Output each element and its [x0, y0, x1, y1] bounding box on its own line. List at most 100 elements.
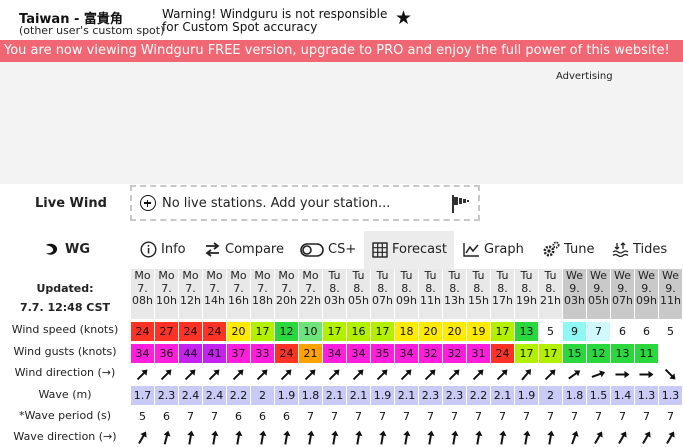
wind-gust-cell: 34 [323, 344, 346, 363]
column-header-hour: 15h [468, 294, 489, 307]
wind-speed-cell: 7 [587, 322, 610, 341]
wind-speed-cell: 17 [323, 322, 346, 341]
wind-gust-cell: 33 [251, 344, 274, 363]
forecast-column-header: Tu 8. 07h [371, 269, 394, 319]
wave-height-cell: 1.3 [635, 386, 658, 405]
wind-speed-cell: 17 [371, 322, 394, 341]
row-label-wind-speed: Wind speed (knots) [11, 323, 119, 336]
toggle-icon [300, 242, 324, 257]
wave-direction-arrow [547, 430, 555, 445]
tab-compare[interactable]: Compare [204, 231, 284, 269]
tab-wg-label: WG [65, 242, 91, 257]
wave-height-cell: 1.5 [587, 386, 610, 405]
updated-info: Updated: 7.7. 12:48 CST [0, 279, 130, 317]
wind-gust-cell: 24 [275, 344, 298, 363]
forecast-column-header: Tu 8. 09h [395, 269, 418, 319]
wave-period-cell: 7 [475, 410, 482, 423]
wind-speed-cell: 19 [467, 322, 490, 341]
wave-direction-arrow [259, 430, 267, 445]
wave-direction-arrow [618, 431, 627, 445]
column-header-hour: 16h [228, 294, 249, 307]
row-label-wave-direction: Wave direction (→) [13, 430, 117, 443]
column-header-hour: 19h [516, 294, 537, 307]
add-station-icon[interactable] [140, 195, 156, 211]
wind-speed-cell: 5 [539, 322, 562, 341]
spot-subtitle: (other user's custom spot) [19, 24, 165, 37]
forecast-column-header: Tu 8. 17h [491, 269, 514, 319]
wind-gust-cell: 24 [491, 344, 514, 363]
wind-gust-cell: 13 [611, 344, 634, 363]
advertising-label: Advertising [556, 71, 613, 82]
wind-direction-arrow [400, 369, 412, 381]
no-live-stations-text[interactable]: No live stations. Add your station... [162, 196, 390, 211]
wind-gust-cell: 32 [443, 344, 466, 363]
wind-direction-arrow [136, 369, 148, 381]
wind-direction-arrow [664, 368, 676, 380]
column-header-hour: 07h [612, 294, 633, 307]
wave-direction-arrow [283, 430, 291, 445]
top-bar: Taiwan - 富貴角 (other user's custom spot) … [0, 0, 683, 40]
wave-period-cell: 6 [259, 410, 266, 423]
tab-wg[interactable]: WG [43, 231, 90, 269]
wind-speed-cell: 6 [611, 322, 634, 341]
wind-gust-cell: 32 [419, 344, 442, 363]
wave-period-cell: 7 [619, 410, 626, 423]
column-header-day: Mo [206, 269, 223, 282]
wind-direction-arrow [544, 369, 556, 381]
wind-gust-cell: 35 [371, 344, 394, 363]
wind-gust-cell: 37 [227, 344, 250, 363]
forecast-column-header: Tu 8. 15h [467, 269, 490, 319]
wave-period-cell: 7 [667, 410, 674, 423]
live-wind-row: Live Wind No live stations. Add your sta… [0, 184, 683, 222]
wind-gust-cell: 15 [563, 344, 586, 363]
wave-height-cell: 2.3 [155, 386, 178, 405]
wind-speed-cell: 10 [299, 322, 322, 341]
promo-banner[interactable]: You are now viewing Windguru FREE versio… [0, 40, 683, 62]
wave-period-cell: 7 [451, 410, 458, 423]
live-wind-box[interactable]: No live stations. Add your station... [130, 185, 480, 221]
column-header-hour: 05h [348, 294, 369, 307]
wave-period-cell: 7 [331, 410, 338, 423]
wave-period-cell: 7 [427, 410, 434, 423]
tab-tides[interactable]: Tides [612, 231, 667, 269]
wind-gust-cell: 34 [131, 344, 154, 363]
column-header-day: We [662, 269, 679, 282]
column-header-day: Tu [496, 269, 509, 282]
wind-direction-arrow [472, 369, 484, 381]
wind-speed-cell: 17 [491, 322, 514, 341]
column-header-hour: 08h [132, 294, 153, 307]
wave-direction-arrow [451, 430, 459, 445]
favorite-star-icon[interactable]: ★ [395, 9, 412, 28]
column-header-day: Tu [544, 269, 557, 282]
wave-period-cell: 7 [379, 410, 386, 423]
column-header-day: Tu [520, 269, 533, 282]
forecast-column-header: Tu 8. 21h [539, 269, 562, 319]
wind-direction-arrow [639, 370, 654, 379]
wind-gust-cell: 17 [515, 344, 538, 363]
wave-direction-arrow [138, 431, 147, 445]
wave-direction-arrow [355, 430, 363, 445]
wave-height-cell: 2.1 [395, 386, 418, 405]
forecast-nav: WG Info Compare CS+ Forecast Graph Tune … [0, 231, 683, 269]
row-label-wave: Wave (m) [38, 388, 92, 401]
wind-speed-cell: 24 [131, 322, 154, 341]
info-icon [140, 241, 157, 258]
tab-forecast[interactable]: Forecast [364, 231, 454, 269]
tab-graph[interactable]: Graph [463, 231, 524, 269]
tab-info[interactable]: Info [140, 231, 186, 269]
column-header-hour: 18h [252, 294, 273, 307]
tab-tune[interactable]: Tune [542, 231, 594, 269]
forecast-column-header: Tu 8. 03h [323, 269, 346, 319]
wave-direction-arrow [403, 430, 411, 445]
wave-height-cell: 1.9 [275, 386, 298, 405]
wind-direction-arrow [376, 369, 388, 381]
wave-direction-arrow [427, 430, 435, 445]
column-header-hour: 11h [660, 294, 681, 307]
column-header-day: We [614, 269, 631, 282]
column-header-day: Mo [182, 269, 199, 282]
wind-direction-arrow [521, 369, 531, 381]
wave-direction-arrow [642, 431, 651, 445]
windsock-icon [452, 195, 469, 213]
live-wind-label: Live Wind [35, 196, 107, 211]
tab-cs-plus[interactable]: CS+ [300, 231, 356, 269]
